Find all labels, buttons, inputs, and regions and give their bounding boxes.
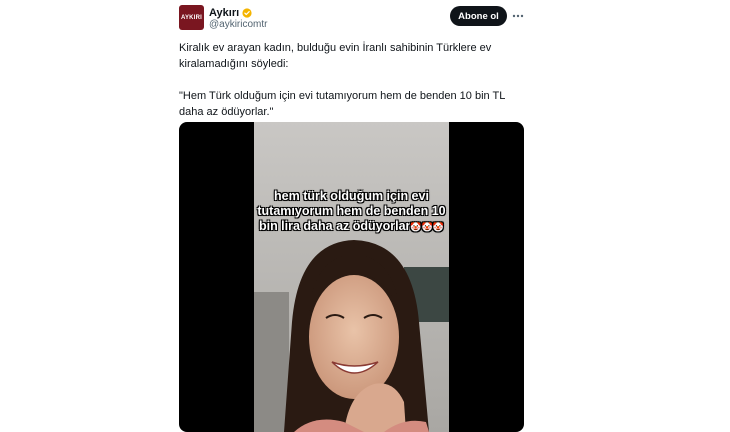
- video-frame: [254, 122, 449, 432]
- tweet-paragraph: Kiralık ev arayan kadın, bulduğu evin İr…: [179, 42, 492, 70]
- clown-emoji: 🤡🤡🤡: [410, 222, 445, 232]
- tweet-text: Kiralık ev arayan kadın, bulduğu evin İr…: [179, 40, 524, 120]
- author-display-name[interactable]: Aykırı: [209, 7, 239, 19]
- follow-button[interactable]: Abone ol: [450, 6, 507, 26]
- tweet-card: AYKIRI Aykırı @aykiricomtr Abone ol Kira…: [0, 0, 730, 432]
- video-player[interactable]: hem türk olduğum için evi tutamıyorum he…: [179, 122, 524, 432]
- author-handle[interactable]: @aykiricomtr: [209, 19, 268, 30]
- author-name-row: Aykırı: [209, 6, 252, 20]
- avatar-logo-text: AYKIRI: [181, 14, 202, 21]
- video-caption: hem türk olduğum için evi tutamıyorum he…: [254, 189, 449, 235]
- more-options-icon[interactable]: [511, 9, 525, 23]
- avatar[interactable]: AYKIRI: [179, 5, 204, 30]
- tweet-quote-paragraph: "Hem Türk olduğum için evi tutamıyorum h…: [179, 90, 505, 118]
- verified-badge-icon: [242, 8, 252, 18]
